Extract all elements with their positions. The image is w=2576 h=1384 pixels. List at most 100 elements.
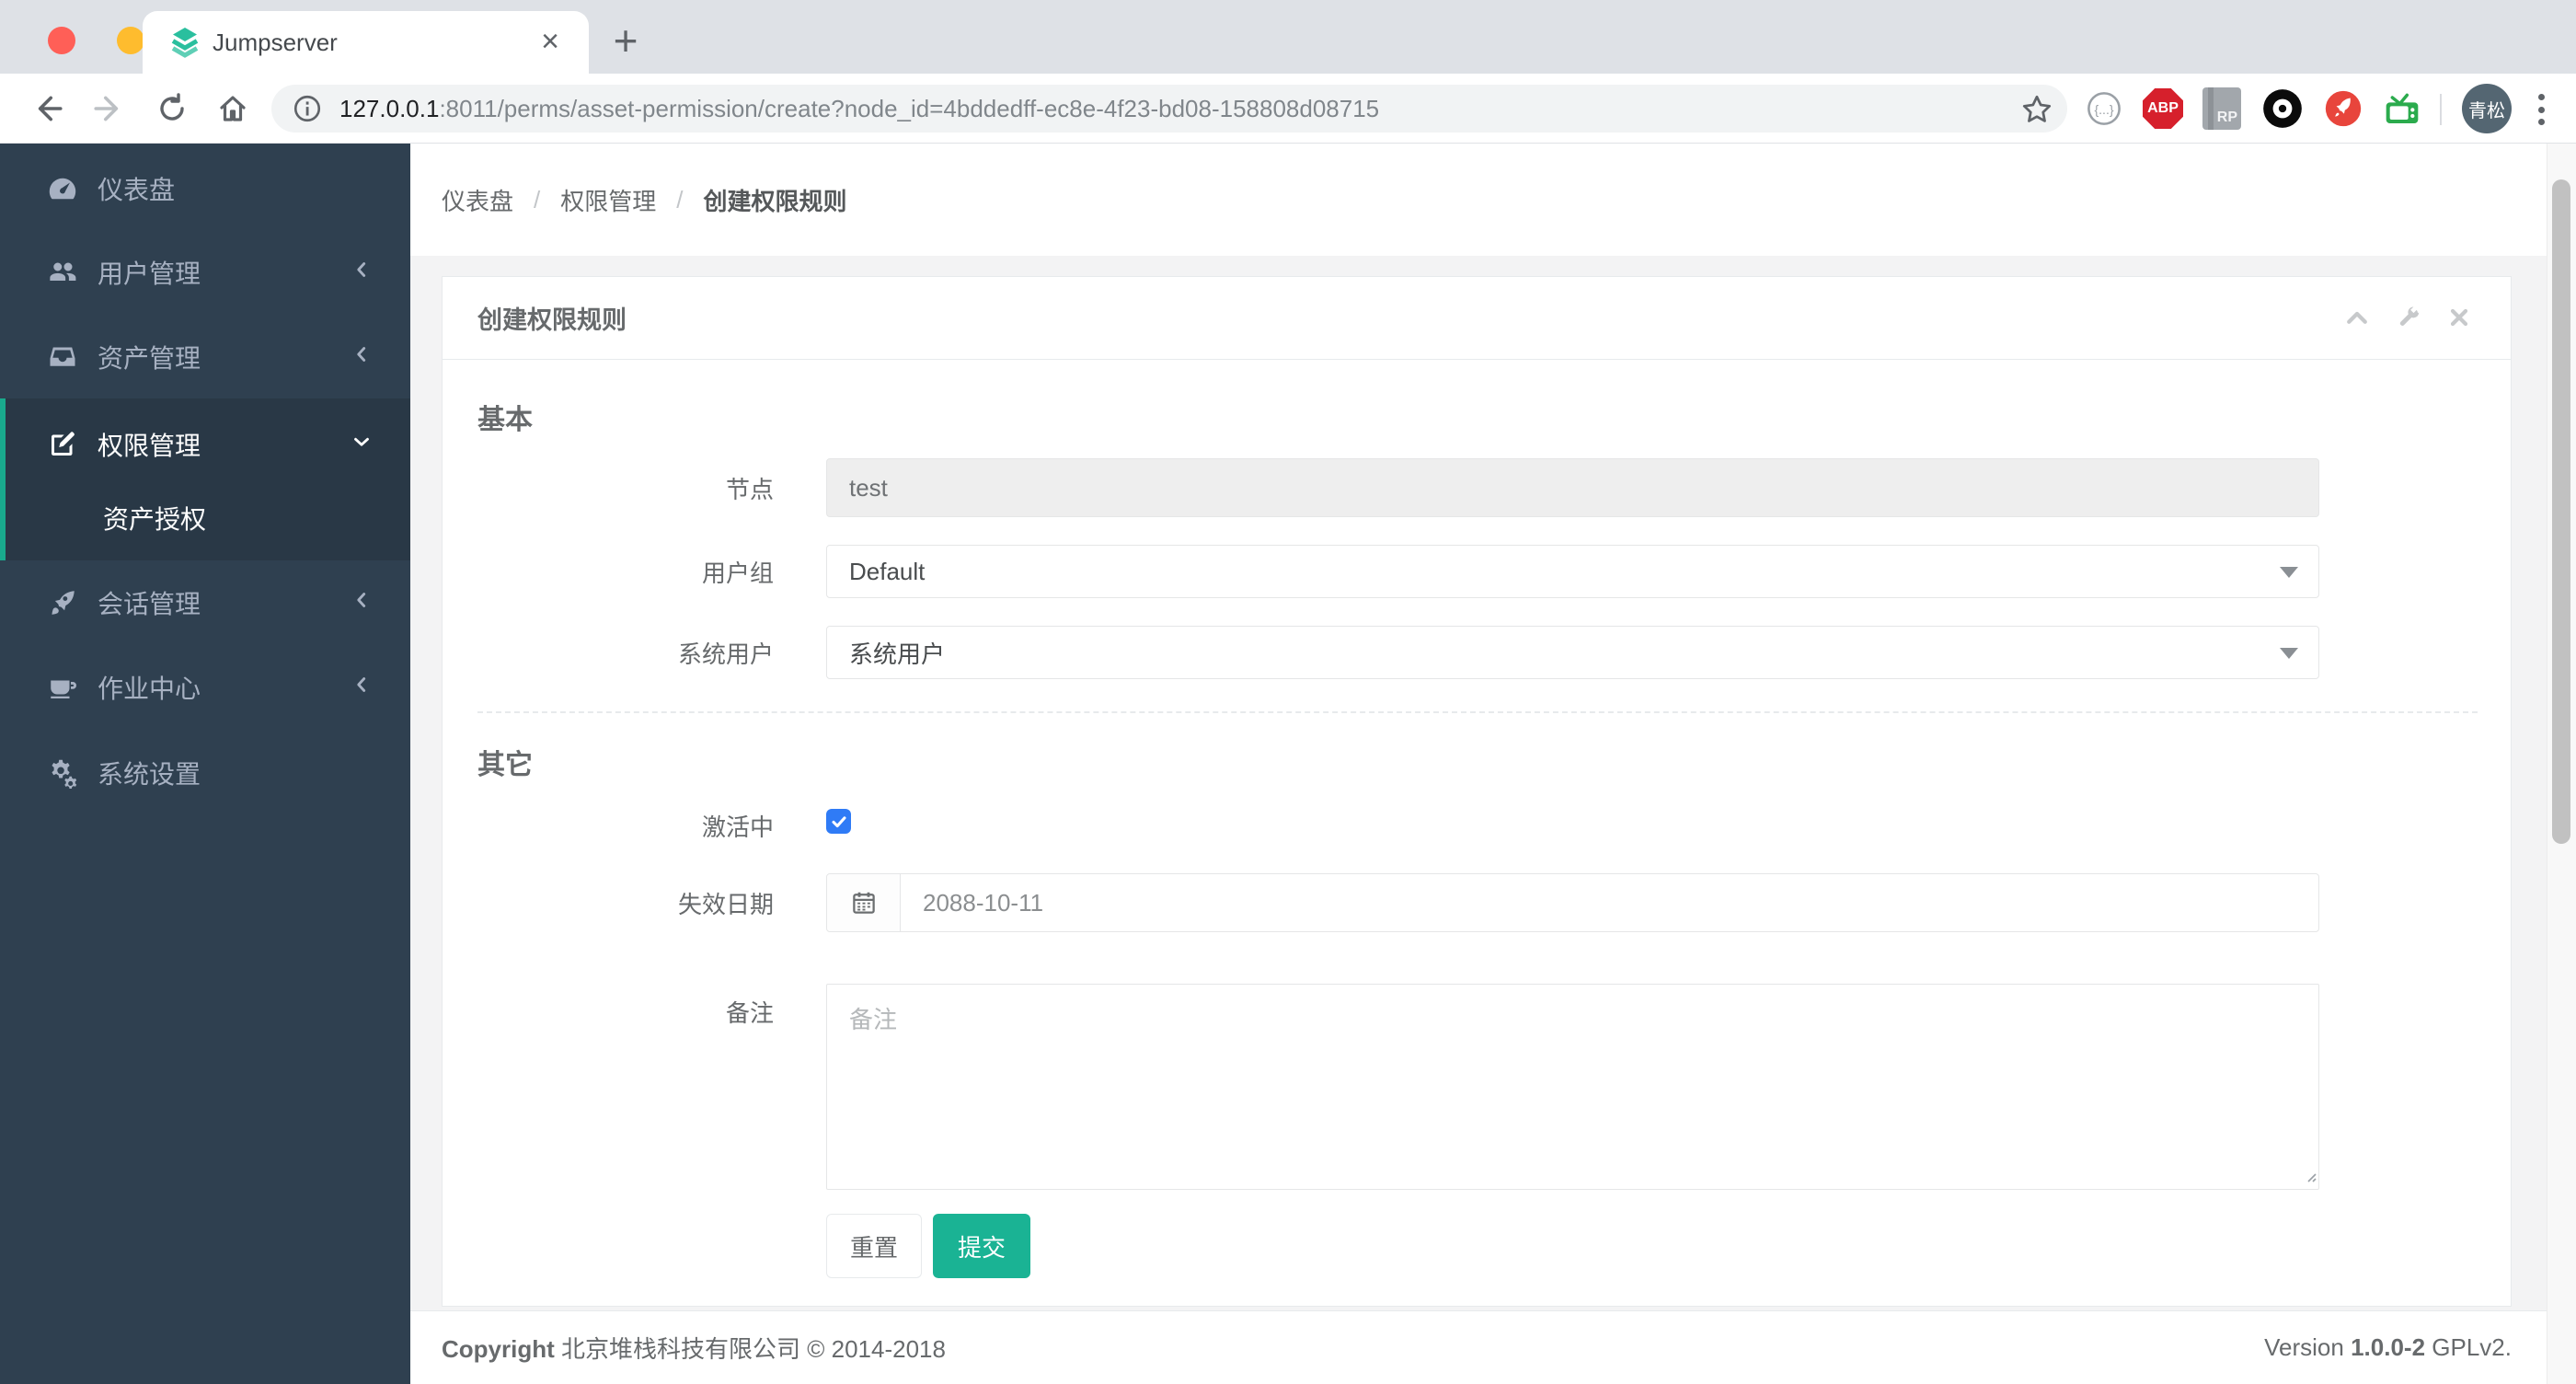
toolbar-separator xyxy=(2440,94,2442,125)
panel-header: 创建权限规则 xyxy=(443,277,2511,360)
rocket-extension-icon[interactable] xyxy=(2320,86,2366,132)
breadcrumb-separator: / xyxy=(676,185,684,213)
sidebar-item-users[interactable]: 用户管理 xyxy=(0,230,410,315)
sidebar-item-dashboard[interactable]: 仪表盘 xyxy=(0,146,410,231)
footer-copyright: Copyright 北京堆栈科技有限公司 © 2014-2018 xyxy=(442,1335,946,1363)
sidebar-item-settings[interactable]: 系统设置 xyxy=(0,731,410,815)
sysuser-row: 系统用户 系统用户 xyxy=(443,626,2513,679)
calendar-icon[interactable] xyxy=(827,874,901,931)
resize-grip-icon[interactable] xyxy=(2304,1170,2317,1187)
usergroup-label: 用户组 xyxy=(701,559,774,587)
black-ring-extension-icon[interactable] xyxy=(2260,86,2306,132)
section-divider xyxy=(477,711,2478,713)
panel-title: 创建权限规则 xyxy=(477,306,627,334)
browser-tab[interactable]: Jumpserver × xyxy=(143,11,589,74)
page-root: 仪表盘 用户管理 资产管理 权限管理 资产授权 会话管理 作业中心 系统设置 仪… xyxy=(0,144,2576,1384)
caret-down-icon xyxy=(2280,648,2298,659)
scrollbar-track[interactable] xyxy=(2547,144,2576,1384)
section-other-title: 其它 xyxy=(477,750,533,780)
window-minimize-button[interactable] xyxy=(117,27,144,54)
page-info-icon[interactable] xyxy=(292,93,323,124)
back-icon[interactable] xyxy=(24,86,70,132)
sidebar-item-label: 资产管理 xyxy=(98,344,201,373)
active-checkbox[interactable] xyxy=(826,809,851,834)
breadcrumb-separator: / xyxy=(534,185,541,213)
url-bar[interactable]: 127.0.0.1:8011/perms/asset-permission/cr… xyxy=(271,85,2067,133)
sidebar-active-section: 权限管理 资产授权 xyxy=(0,398,410,560)
browser-menu-icon[interactable] xyxy=(2532,88,2550,131)
sidebar-item-label: 用户管理 xyxy=(98,260,201,288)
sidebar-item-sessions[interactable]: 会话管理 xyxy=(0,560,410,645)
forward-icon xyxy=(86,86,132,132)
tv-extension-icon[interactable] xyxy=(2379,86,2425,132)
sidebar-item-label: 系统设置 xyxy=(98,760,201,789)
url-host: 127.0.0.1 xyxy=(339,94,440,122)
svg-text:{...}: {...} xyxy=(2094,102,2113,117)
active-label: 激活中 xyxy=(701,813,774,841)
browser-toolbar: 127.0.0.1:8011/perms/asset-permission/cr… xyxy=(0,74,2576,144)
chevron-left-icon xyxy=(350,673,374,703)
sidebar: 仪表盘 用户管理 资产管理 权限管理 资产授权 会话管理 作业中心 系统设置 xyxy=(0,144,410,1384)
chevron-left-icon xyxy=(350,588,374,618)
breadcrumb-current: 创建权限规则 xyxy=(703,187,847,215)
sidebar-item-label: 权限管理 xyxy=(98,432,201,460)
comment-textarea[interactable] xyxy=(826,984,2319,1190)
sidebar-item-jobs[interactable]: 作业中心 xyxy=(0,645,410,730)
screen: { "browser": { "tab_title": "Jumpserver"… xyxy=(0,0,2576,1384)
home-icon[interactable] xyxy=(210,86,256,132)
reset-button[interactable]: 重置 xyxy=(826,1214,922,1278)
sidebar-item-asset-authorization[interactable]: 资产授权 xyxy=(6,483,410,553)
users-icon xyxy=(46,256,79,289)
caret-down-icon xyxy=(2280,567,2298,578)
comment-label: 备注 xyxy=(725,999,774,1027)
dashboard-icon xyxy=(46,172,79,205)
create-permission-panel: 创建权限规则 基本 节点 test 用户组 Default 系统用户 系统用户 … xyxy=(442,276,2512,1307)
chevron-left-icon xyxy=(350,342,374,373)
rocket-icon xyxy=(46,586,79,619)
expire-label: 失效日期 xyxy=(677,890,774,918)
breadcrumb-permissions[interactable]: 权限管理 xyxy=(560,183,656,217)
bookmark-star-icon[interactable] xyxy=(2019,92,2054,132)
jumpserver-favicon-icon xyxy=(168,26,201,59)
sidebar-item-permissions[interactable]: 权限管理 xyxy=(6,402,410,487)
inbox-icon xyxy=(46,340,79,374)
footer-version: Version 1.0.0-2 GPLv2. xyxy=(2264,1333,2512,1361)
gears-icon xyxy=(46,756,79,790)
wrench-icon[interactable] xyxy=(2395,305,2422,332)
profile-avatar[interactable]: 青松 xyxy=(2462,84,2512,133)
page-footer: Copyright 北京堆栈科技有限公司 © 2014-2018 Version… xyxy=(410,1310,2576,1384)
window-close-button[interactable] xyxy=(48,27,75,54)
json-viewer-extension-icon[interactable]: {...} xyxy=(2081,86,2127,132)
sysuser-select[interactable]: 系统用户 xyxy=(826,626,2319,679)
reload-icon[interactable] xyxy=(149,86,195,132)
sidebar-subitem-label: 资产授权 xyxy=(103,505,207,534)
sidebar-item-assets[interactable]: 资产管理 xyxy=(0,315,410,399)
node-row: 节点 test xyxy=(443,458,2513,517)
adblock-plus-extension-icon[interactable]: ABP xyxy=(2140,86,2186,132)
close-icon[interactable] xyxy=(2446,305,2474,332)
form-actions: 重置 提交 xyxy=(443,1214,2513,1278)
comment-row: 备注 xyxy=(443,984,2513,1190)
breadcrumb: 仪表盘 / 权限管理 / 创建权限规则 xyxy=(410,144,2576,256)
breadcrumb-dashboard[interactable]: 仪表盘 xyxy=(442,183,513,217)
usergroup-row: 用户组 Default xyxy=(443,545,2513,598)
collapse-icon[interactable] xyxy=(2343,305,2371,332)
new-tab-button[interactable]: + xyxy=(600,17,651,68)
usergroup-select[interactable]: Default xyxy=(826,545,2319,598)
expire-date-input[interactable]: 2088-10-11 xyxy=(826,873,2319,932)
scrollbar-thumb[interactable] xyxy=(2552,179,2570,844)
tab-title: Jumpserver xyxy=(213,29,338,56)
expire-row: 失效日期 2088-10-11 xyxy=(443,873,2513,932)
url-text: 127.0.0.1:8011/perms/asset-permission/cr… xyxy=(339,95,1379,123)
sidebar-item-label: 作业中心 xyxy=(98,675,201,703)
submit-button[interactable]: 提交 xyxy=(933,1214,1030,1278)
coffee-icon xyxy=(46,671,79,704)
rp-extension-icon[interactable]: RP xyxy=(2199,86,2245,132)
chevron-down-icon xyxy=(350,430,374,460)
tab-close-icon[interactable]: × xyxy=(541,24,559,60)
browser-tabstrip: Jumpserver × + xyxy=(0,0,2576,74)
section-basic-title: 基本 xyxy=(477,405,533,435)
sidebar-item-label: 会话管理 xyxy=(98,590,201,618)
edit-icon xyxy=(46,428,79,461)
panel-tools xyxy=(2343,277,2474,360)
